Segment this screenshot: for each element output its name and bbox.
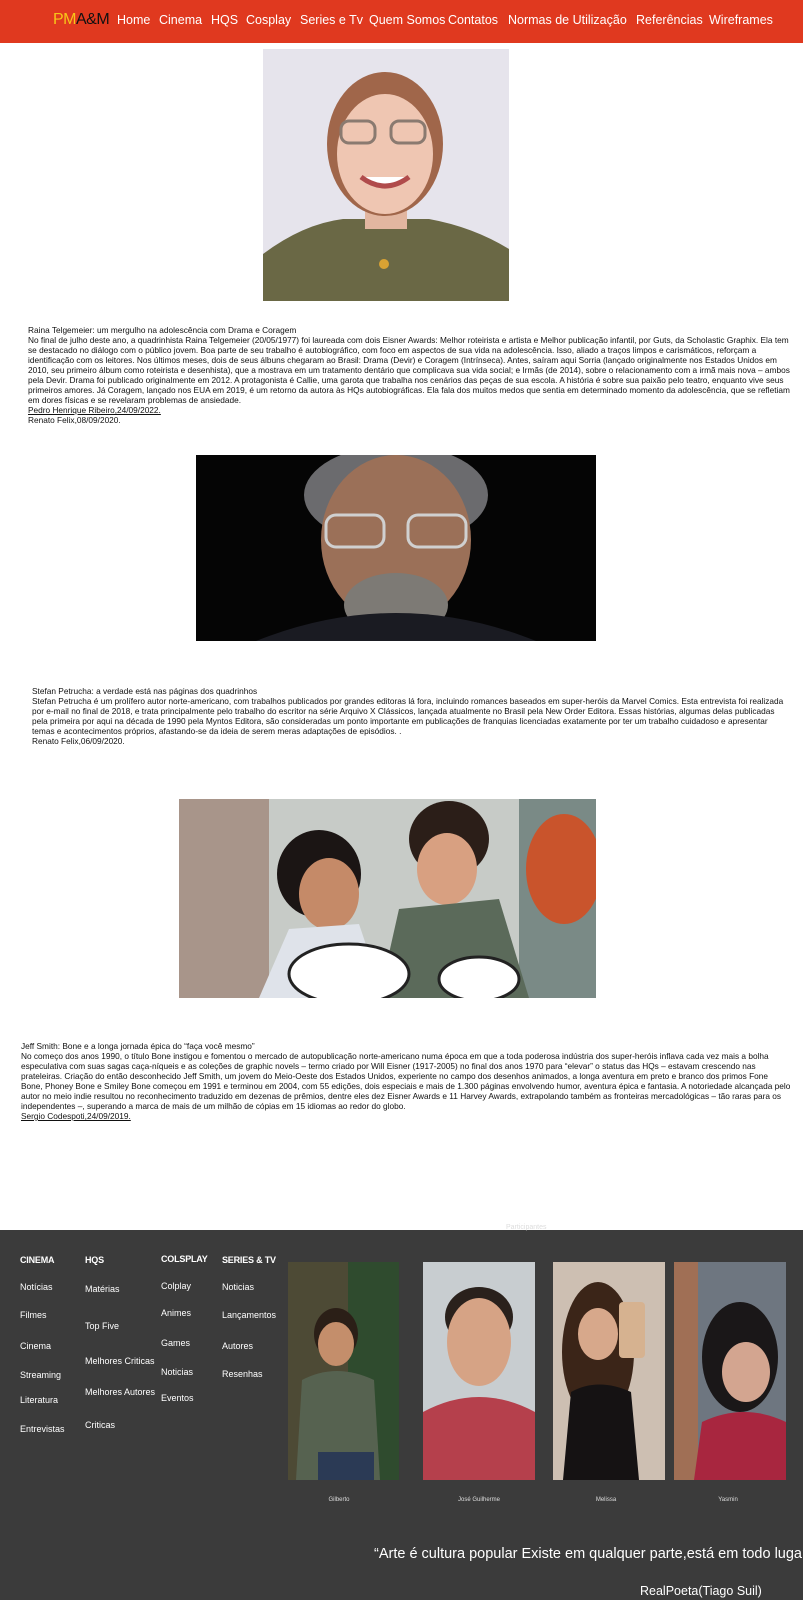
footer-link[interactable]: Cinema xyxy=(20,1341,51,1351)
footer-link[interactable]: Criticas xyxy=(85,1420,115,1430)
participant-photo-yasmin xyxy=(674,1262,786,1480)
article-jeff: Jeff Smith: Bone e a longa jornada épica… xyxy=(21,1041,791,1121)
top-nav: PMA&M Home Cinema HQS Cosplay Series e T… xyxy=(0,0,803,43)
footer-heading-cinema: CINEMA xyxy=(20,1255,55,1265)
footer-link[interactable]: Streaming xyxy=(20,1370,61,1380)
logo-pm: PM xyxy=(53,11,77,28)
article-credit: Renato Felix,08/09/2020. xyxy=(28,415,121,425)
nav-link-wireframes[interactable]: Wireframes xyxy=(709,13,773,27)
article-stefan: Stefan Petrucha: a verdade está nas pági… xyxy=(32,686,784,746)
raina-telgemeier-photo xyxy=(263,49,509,301)
footer-link[interactable]: Colplay xyxy=(161,1281,191,1291)
participant-photo-melissa xyxy=(553,1262,665,1480)
participant-name-jose-guilherme: José Guilherme xyxy=(457,1497,501,1503)
footer-heading-hqs: HQS xyxy=(85,1255,104,1265)
footer-link[interactable]: Resenhas xyxy=(222,1369,263,1379)
site-logo[interactable]: PMA&M xyxy=(53,11,110,29)
footer-link[interactable]: Notícias xyxy=(20,1282,53,1292)
nav-link-series-tv[interactable]: Series e Tv xyxy=(300,13,363,27)
footer-link[interactable]: Games xyxy=(161,1338,190,1348)
nav-link-quem-somos[interactable]: Quem Somos xyxy=(369,13,445,27)
footer-link[interactable]: Melhores Autores xyxy=(85,1387,155,1397)
footer-link[interactable]: Top Five xyxy=(85,1321,119,1331)
nav-link-home[interactable]: Home xyxy=(117,13,150,27)
footer-link[interactable]: Animes xyxy=(161,1308,191,1318)
footer-link[interactable]: Literatura xyxy=(20,1395,58,1405)
footer-link[interactable]: Melhores Criticas xyxy=(85,1356,155,1366)
footer-heading-series-tv: SERIES & TV xyxy=(222,1255,276,1265)
article-credit: Renato Felix,06/09/2020. xyxy=(32,736,125,746)
participant-name-melissa: Melissa xyxy=(595,1497,617,1503)
article-title: Raina Telgemeier: um mergulho na adolesc… xyxy=(28,325,297,335)
nav-link-normas[interactable]: Normas de Utilização xyxy=(508,13,627,27)
article-body: No final de julho deste ano, a quadrinhi… xyxy=(28,335,790,405)
nav-link-contatos[interactable]: Contatos xyxy=(448,13,498,27)
nav-link-cinema[interactable]: Cinema xyxy=(159,13,202,27)
footer-link[interactable]: Noticias xyxy=(161,1367,193,1377)
article-title: Stefan Petrucha: a verdade está nas pági… xyxy=(32,686,258,696)
footer-link[interactable]: Eventos xyxy=(161,1393,194,1403)
footer-link[interactable]: Matérias xyxy=(85,1284,120,1294)
article-body: No começo dos anos 1990, o título Bone i… xyxy=(21,1051,791,1111)
footer-link[interactable]: Noticias xyxy=(222,1282,254,1292)
footer-quote: “Arte é cultura popular Existe em qualqu… xyxy=(374,1546,803,1562)
footer-link[interactable]: Autores xyxy=(222,1341,253,1351)
footer-heading-cosplay: COLSPLAY xyxy=(161,1254,208,1264)
footer-quote-author: RealPoeta(Tiago Suil) xyxy=(640,1584,762,1598)
stefan-petrucha-photo xyxy=(196,455,596,641)
jeff-smith-photo xyxy=(179,799,596,998)
footer-link[interactable]: Filmes xyxy=(20,1310,47,1320)
article-title: Jeff Smith: Bone e a longa jornada épica… xyxy=(21,1041,255,1051)
participant-name-gilberto: Gilberto xyxy=(328,1497,350,1503)
article-raina: Raina Telgemeier: um mergulho na adolesc… xyxy=(28,325,798,425)
nav-link-hqs[interactable]: HQS xyxy=(211,13,238,27)
footer-link[interactable]: Lançamentos xyxy=(222,1310,276,1320)
article-body: Stefan Petrucha é um prolífero autor nor… xyxy=(32,696,784,736)
logo-am: A&M xyxy=(76,11,110,28)
nav-link-referencias[interactable]: Referências xyxy=(636,13,703,27)
nav-link-cosplay[interactable]: Cosplay xyxy=(246,13,291,27)
footer-link[interactable]: Entrevistas xyxy=(20,1424,65,1434)
article-credit-link[interactable]: Pedro Henrique Ribeiro,24/09/2022. xyxy=(28,405,798,415)
participants-label: Participantes xyxy=(506,1224,547,1231)
participant-name-yasmin: Yasmin xyxy=(718,1497,738,1503)
article-credit-link[interactable]: Sergio Codespoti,24/09/2019. xyxy=(21,1111,791,1121)
participant-photo-gilberto xyxy=(288,1262,399,1480)
participant-photo-jose-guilherme xyxy=(423,1262,535,1480)
